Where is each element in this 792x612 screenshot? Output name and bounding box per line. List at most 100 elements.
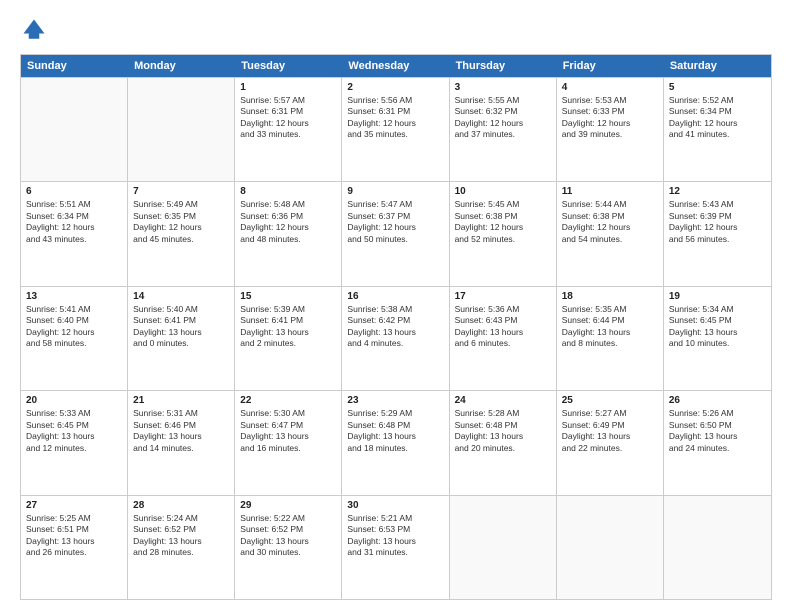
cell-text: Sunrise: 5:51 AMSunset: 6:34 PMDaylight:… [26,199,122,245]
cell-text: Sunrise: 5:26 AMSunset: 6:50 PMDaylight:… [669,408,766,454]
calendar-cell: 11 Sunrise: 5:44 AMSunset: 6:38 PMDayligh… [557,182,664,285]
calendar-cell: 17 Sunrise: 5:36 AMSunset: 6:43 PMDayligh… [450,287,557,390]
calendar-cell: 28 Sunrise: 5:24 AMSunset: 6:52 PMDayligh… [128,496,235,599]
calendar-cell: 19 Sunrise: 5:34 AMSunset: 6:45 PMDayligh… [664,287,771,390]
calendar-cell: 1 Sunrise: 5:57 AMSunset: 6:31 PMDaylight… [235,78,342,181]
day-number: 5 [669,82,766,93]
cell-text: Sunrise: 5:39 AMSunset: 6:41 PMDaylight:… [240,304,336,350]
calendar-cell: 7 Sunrise: 5:49 AMSunset: 6:35 PMDaylight… [128,182,235,285]
cell-text: Sunrise: 5:33 AMSunset: 6:45 PMDaylight:… [26,408,122,454]
day-number: 4 [562,82,658,93]
calendar-body: 1 Sunrise: 5:57 AMSunset: 6:31 PMDaylight… [21,77,771,599]
cell-text: Sunrise: 5:49 AMSunset: 6:35 PMDaylight:… [133,199,229,245]
calendar-cell: 24 Sunrise: 5:28 AMSunset: 6:48 PMDayligh… [450,391,557,494]
cell-text: Sunrise: 5:40 AMSunset: 6:41 PMDaylight:… [133,304,229,350]
cell-text: Sunrise: 5:31 AMSunset: 6:46 PMDaylight:… [133,408,229,454]
day-number: 1 [240,82,336,93]
calendar-cell: 9Sunrise: 5:47 AMSunset: 6:37 PMDaylight… [342,182,449,285]
day-number: 26 [669,395,766,406]
calendar-cell: 4 Sunrise: 5:53 AMSunset: 6:33 PMDaylight… [557,78,664,181]
cell-text: Sunrise: 5:57 AMSunset: 6:31 PMDaylight:… [240,95,336,141]
day-number: 14 [133,291,229,302]
calendar-cell: 27 Sunrise: 5:25 AMSunset: 6:51 PMDayligh… [21,496,128,599]
cell-text: Sunrise: 5:36 AMSunset: 6:43 PMDaylight:… [455,304,551,350]
calendar-row: 6 Sunrise: 5:51 AMSunset: 6:34 PMDaylight… [21,181,771,285]
cell-text: Sunrise: 5:48 AMSunset: 6:36 PMDaylight:… [240,199,336,245]
calendar: SundayMondayTuesdayWednesdayThursdayFrid… [20,54,772,600]
page: SundayMondayTuesdayWednesdayThursdayFrid… [0,0,792,612]
cell-text: Sunrise: 5:44 AMSunset: 6:38 PMDaylight:… [562,199,658,245]
calendar-cell: 6 Sunrise: 5:51 AMSunset: 6:34 PMDaylight… [21,182,128,285]
calendar-cell: 2Sunrise: 5:56 AMSunset: 6:31 PMDaylight… [342,78,449,181]
weekday-header: Monday [128,55,235,77]
calendar-cell: 29Sunrise: 5:22 AMSunset: 6:52 PMDayligh… [235,496,342,599]
cell-text: Sunrise: 5:38 AMSunset: 6:42 PMDaylight:… [347,304,443,350]
calendar-cell: 3 Sunrise: 5:55 AMSunset: 6:32 PMDaylight… [450,78,557,181]
calendar-cell [128,78,235,181]
day-number: 19 [669,291,766,302]
cell-text: Sunrise: 5:55 AMSunset: 6:32 PMDaylight:… [455,95,551,141]
weekday-header: Friday [557,55,664,77]
logo-icon [20,16,48,44]
day-number: 21 [133,395,229,406]
day-number: 11 [562,186,658,197]
cell-text: Sunrise: 5:52 AMSunset: 6:34 PMDaylight:… [669,95,766,141]
calendar-cell: 21 Sunrise: 5:31 AMSunset: 6:46 PMDayligh… [128,391,235,494]
calendar-cell: 10Sunrise: 5:45 AMSunset: 6:38 PMDayligh… [450,182,557,285]
day-number: 27 [26,500,122,511]
day-number: 6 [26,186,122,197]
day-number: 2 [347,82,443,93]
calendar-cell [664,496,771,599]
calendar-cell: 14 Sunrise: 5:40 AMSunset: 6:41 PMDayligh… [128,287,235,390]
calendar-row: 27 Sunrise: 5:25 AMSunset: 6:51 PMDayligh… [21,495,771,599]
calendar-cell: 15 Sunrise: 5:39 AMSunset: 6:41 PMDayligh… [235,287,342,390]
day-number: 8 [240,186,336,197]
cell-text: Sunrise: 5:28 AMSunset: 6:48 PMDaylight:… [455,408,551,454]
weekday-header: Wednesday [342,55,449,77]
cell-text: Sunrise: 5:43 AMSunset: 6:39 PMDaylight:… [669,199,766,245]
day-number: 15 [240,291,336,302]
cell-text: Sunrise: 5:27 AMSunset: 6:49 PMDaylight:… [562,408,658,454]
cell-text: Sunrise: 5:24 AMSunset: 6:52 PMDaylight:… [133,513,229,559]
day-number: 16 [347,291,443,302]
calendar-cell: 26 Sunrise: 5:26 AMSunset: 6:50 PMDayligh… [664,391,771,494]
cell-text: Sunrise: 5:53 AMSunset: 6:33 PMDaylight:… [562,95,658,141]
calendar-cell: 13Sunrise: 5:41 AMSunset: 6:40 PMDayligh… [21,287,128,390]
calendar-cell: 8 Sunrise: 5:48 AMSunset: 6:36 PMDaylight… [235,182,342,285]
calendar-cell [557,496,664,599]
cell-text: Sunrise: 5:41 AMSunset: 6:40 PMDaylight:… [26,304,122,350]
cell-text: Sunrise: 5:25 AMSunset: 6:51 PMDaylight:… [26,513,122,559]
logo [20,16,52,44]
day-number: 12 [669,186,766,197]
header [20,16,772,44]
day-number: 24 [455,395,551,406]
day-number: 3 [455,82,551,93]
calendar-cell: 25 Sunrise: 5:27 AMSunset: 6:49 PMDayligh… [557,391,664,494]
calendar-cell: 18Sunrise: 5:35 AMSunset: 6:44 PMDayligh… [557,287,664,390]
cell-text: Sunrise: 5:34 AMSunset: 6:45 PMDaylight:… [669,304,766,350]
calendar-cell: 5 Sunrise: 5:52 AMSunset: 6:34 PMDaylight… [664,78,771,181]
calendar-cell: 23 Sunrise: 5:29 AMSunset: 6:48 PMDayligh… [342,391,449,494]
day-number: 28 [133,500,229,511]
day-number: 23 [347,395,443,406]
calendar-cell: 16 Sunrise: 5:38 AMSunset: 6:42 PMDayligh… [342,287,449,390]
calendar-row: 20 Sunrise: 5:33 AMSunset: 6:45 PMDayligh… [21,390,771,494]
weekday-header: Sunday [21,55,128,77]
cell-text: Sunrise: 5:22 AMSunset: 6:52 PMDaylight:… [240,513,336,559]
day-number: 25 [562,395,658,406]
calendar-row: 1 Sunrise: 5:57 AMSunset: 6:31 PMDaylight… [21,77,771,181]
day-number: 9 [347,186,443,197]
calendar-cell: 20 Sunrise: 5:33 AMSunset: 6:45 PMDayligh… [21,391,128,494]
day-number: 17 [455,291,551,302]
weekday-header: Tuesday [235,55,342,77]
cell-text: Sunrise: 5:30 AMSunset: 6:47 PMDaylight:… [240,408,336,454]
day-number: 22 [240,395,336,406]
cell-text: Sunrise: 5:29 AMSunset: 6:48 PMDaylight:… [347,408,443,454]
calendar-cell [450,496,557,599]
day-number: 20 [26,395,122,406]
day-number: 7 [133,186,229,197]
calendar-cell: 22 Sunrise: 5:30 AMSunset: 6:47 PMDayligh… [235,391,342,494]
calendar-cell [21,78,128,181]
cell-text: Sunrise: 5:45 AMSunset: 6:38 PMDaylight:… [455,199,551,245]
calendar-cell: 12 Sunrise: 5:43 AMSunset: 6:39 PMDayligh… [664,182,771,285]
